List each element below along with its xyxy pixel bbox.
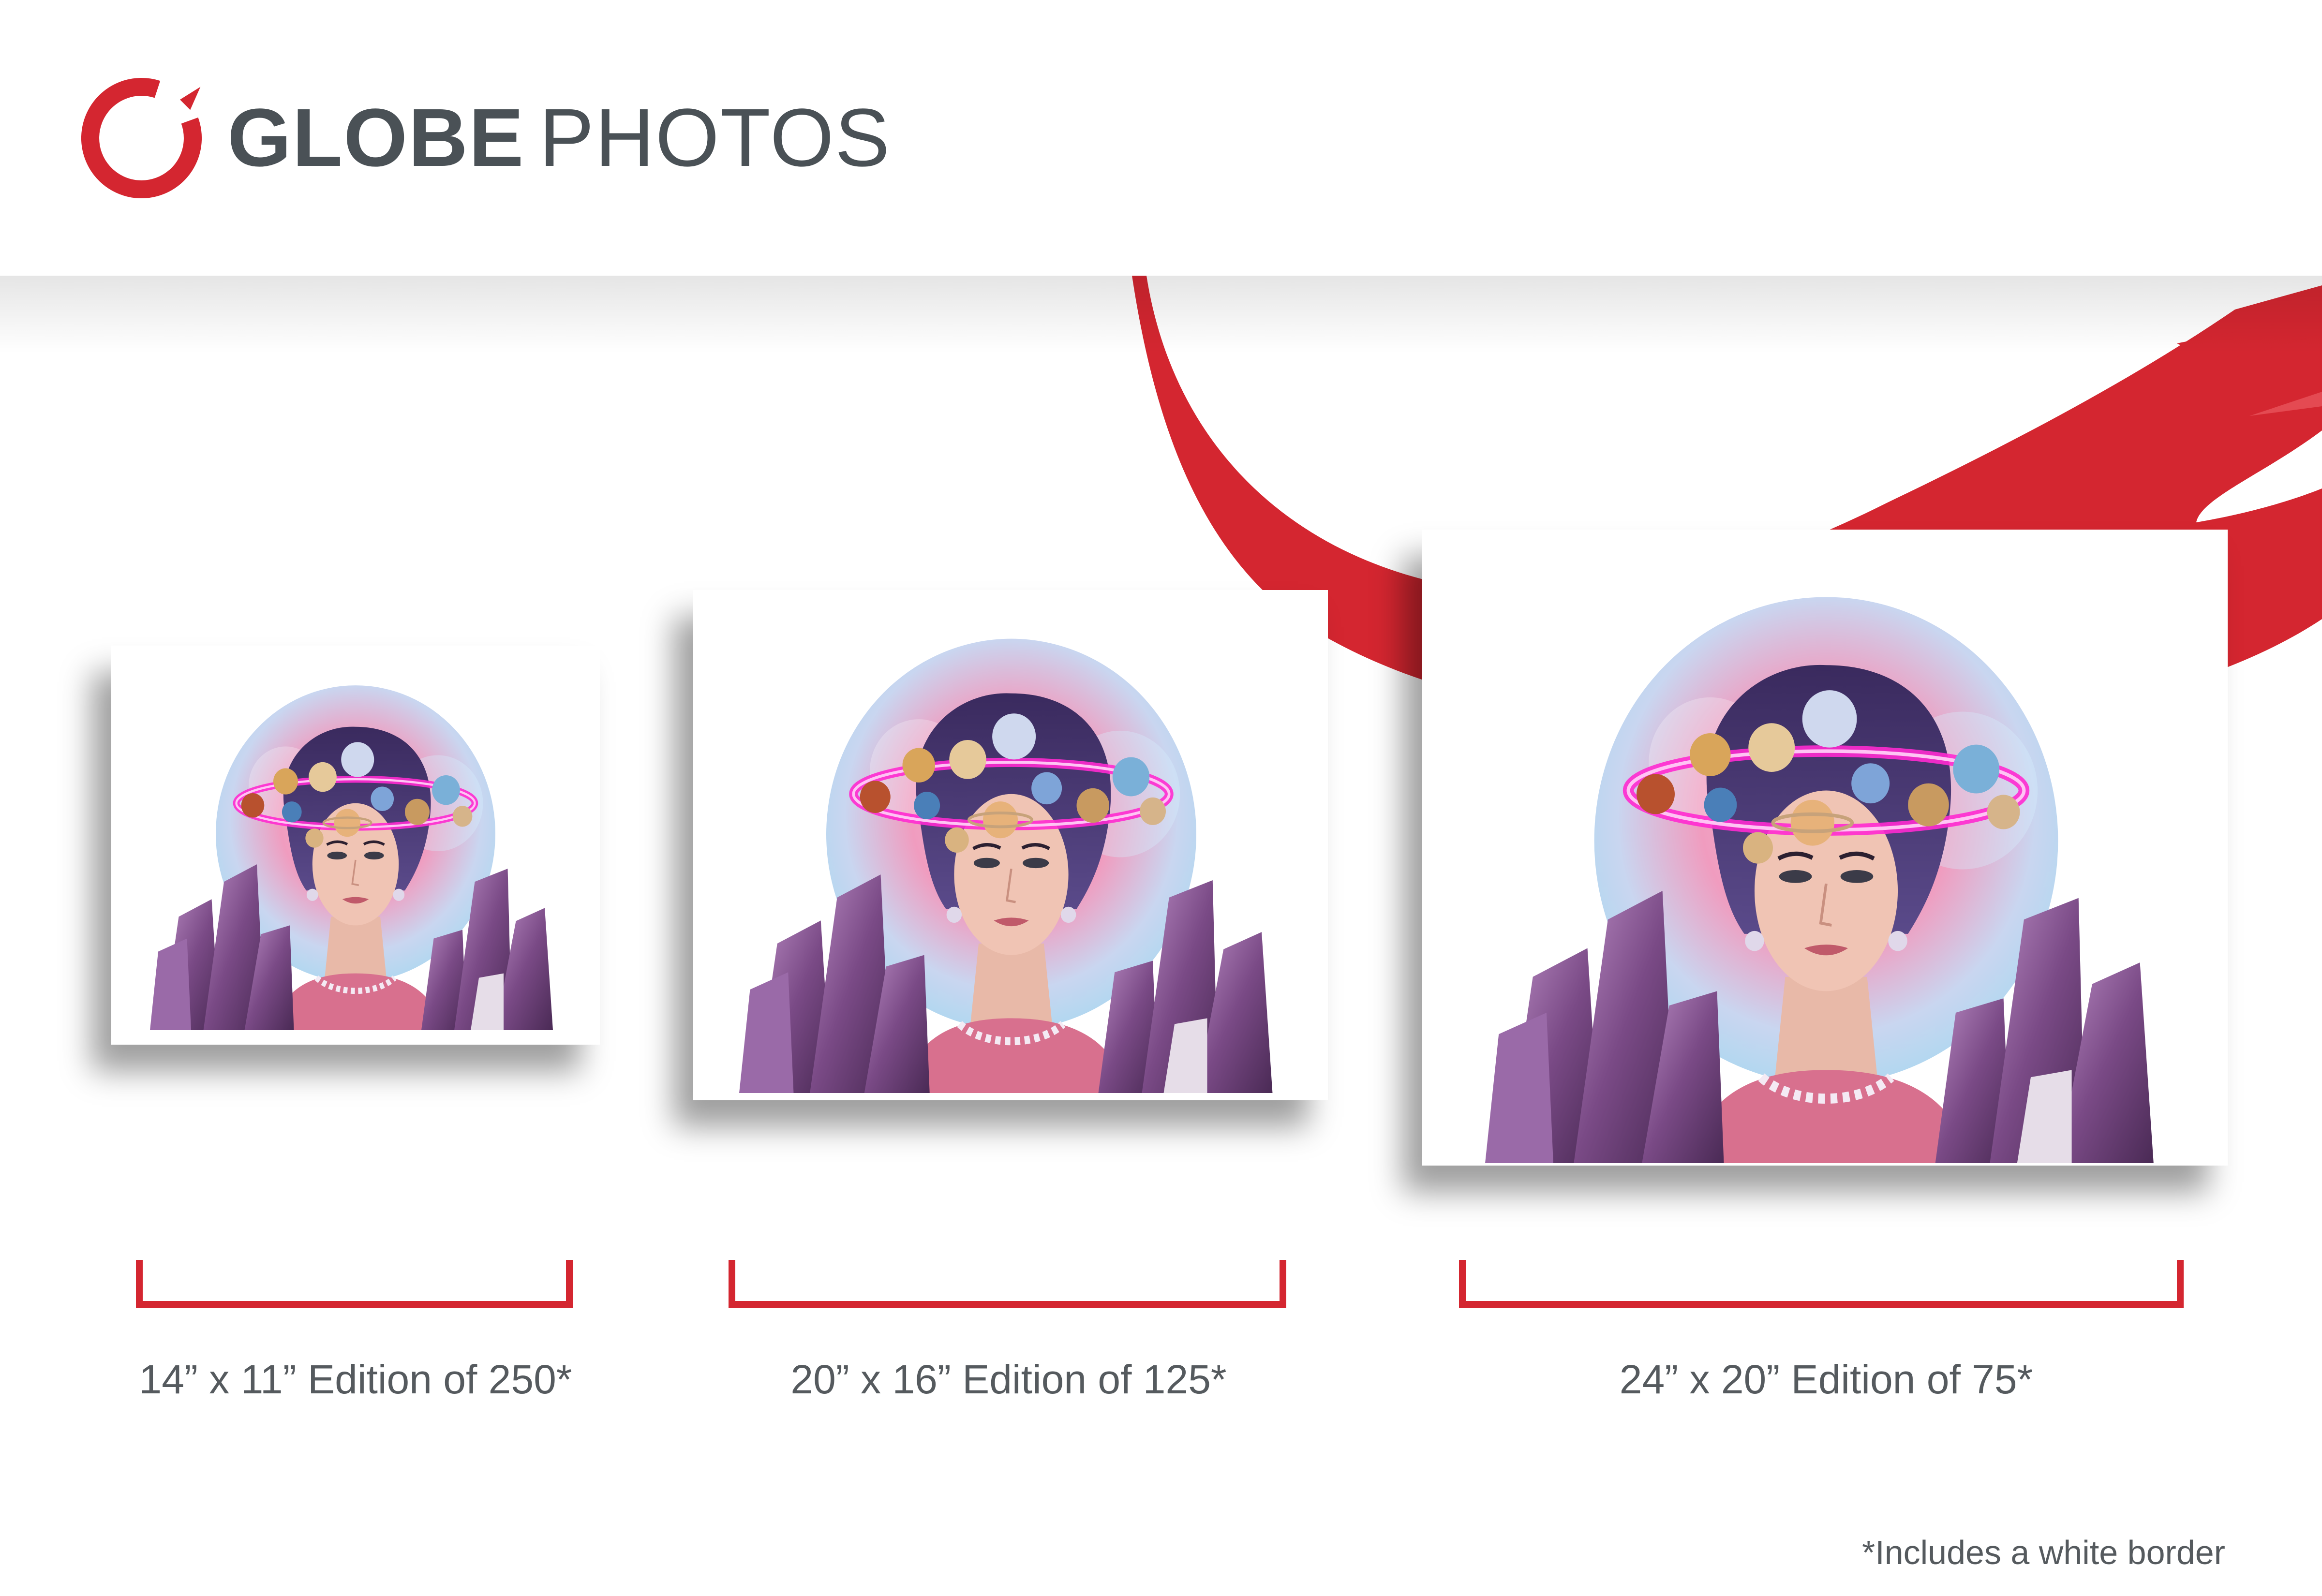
size-bracket-large (1459, 1260, 2184, 1308)
size-bracket-small (136, 1260, 573, 1308)
edition-label-medium: 20” x 16” Edition of 125* (790, 1357, 1227, 1402)
globe-logo-icon (81, 77, 202, 198)
edition-label-large: 24” x 20” Edition of 75* (1619, 1357, 2033, 1402)
size-bracket-medium (729, 1260, 1286, 1308)
print-medium-20x16[interactable] (693, 590, 1328, 1100)
page-header: GLOBE PHOTOS (0, 0, 2322, 276)
brand-name-bold: GLOBE (227, 92, 525, 184)
print-large-24x20[interactable] (1422, 530, 2228, 1166)
globe-photos-logo[interactable]: GLOBE PHOTOS (77, 73, 891, 203)
portrait-icon (1485, 576, 2167, 1163)
edition-label-small: 14” x 11” Edition of 250* (139, 1357, 572, 1402)
portrait-icon (739, 621, 1283, 1093)
brand-name: GLOBE PHOTOS (227, 97, 891, 179)
header-shadow (0, 276, 2322, 353)
print-small-14x11[interactable] (111, 646, 600, 1045)
brand-name-light: PHOTOS (539, 92, 891, 184)
border-footnote: *Includes a white border (1862, 1534, 2225, 1571)
portrait-icon (150, 672, 561, 1030)
